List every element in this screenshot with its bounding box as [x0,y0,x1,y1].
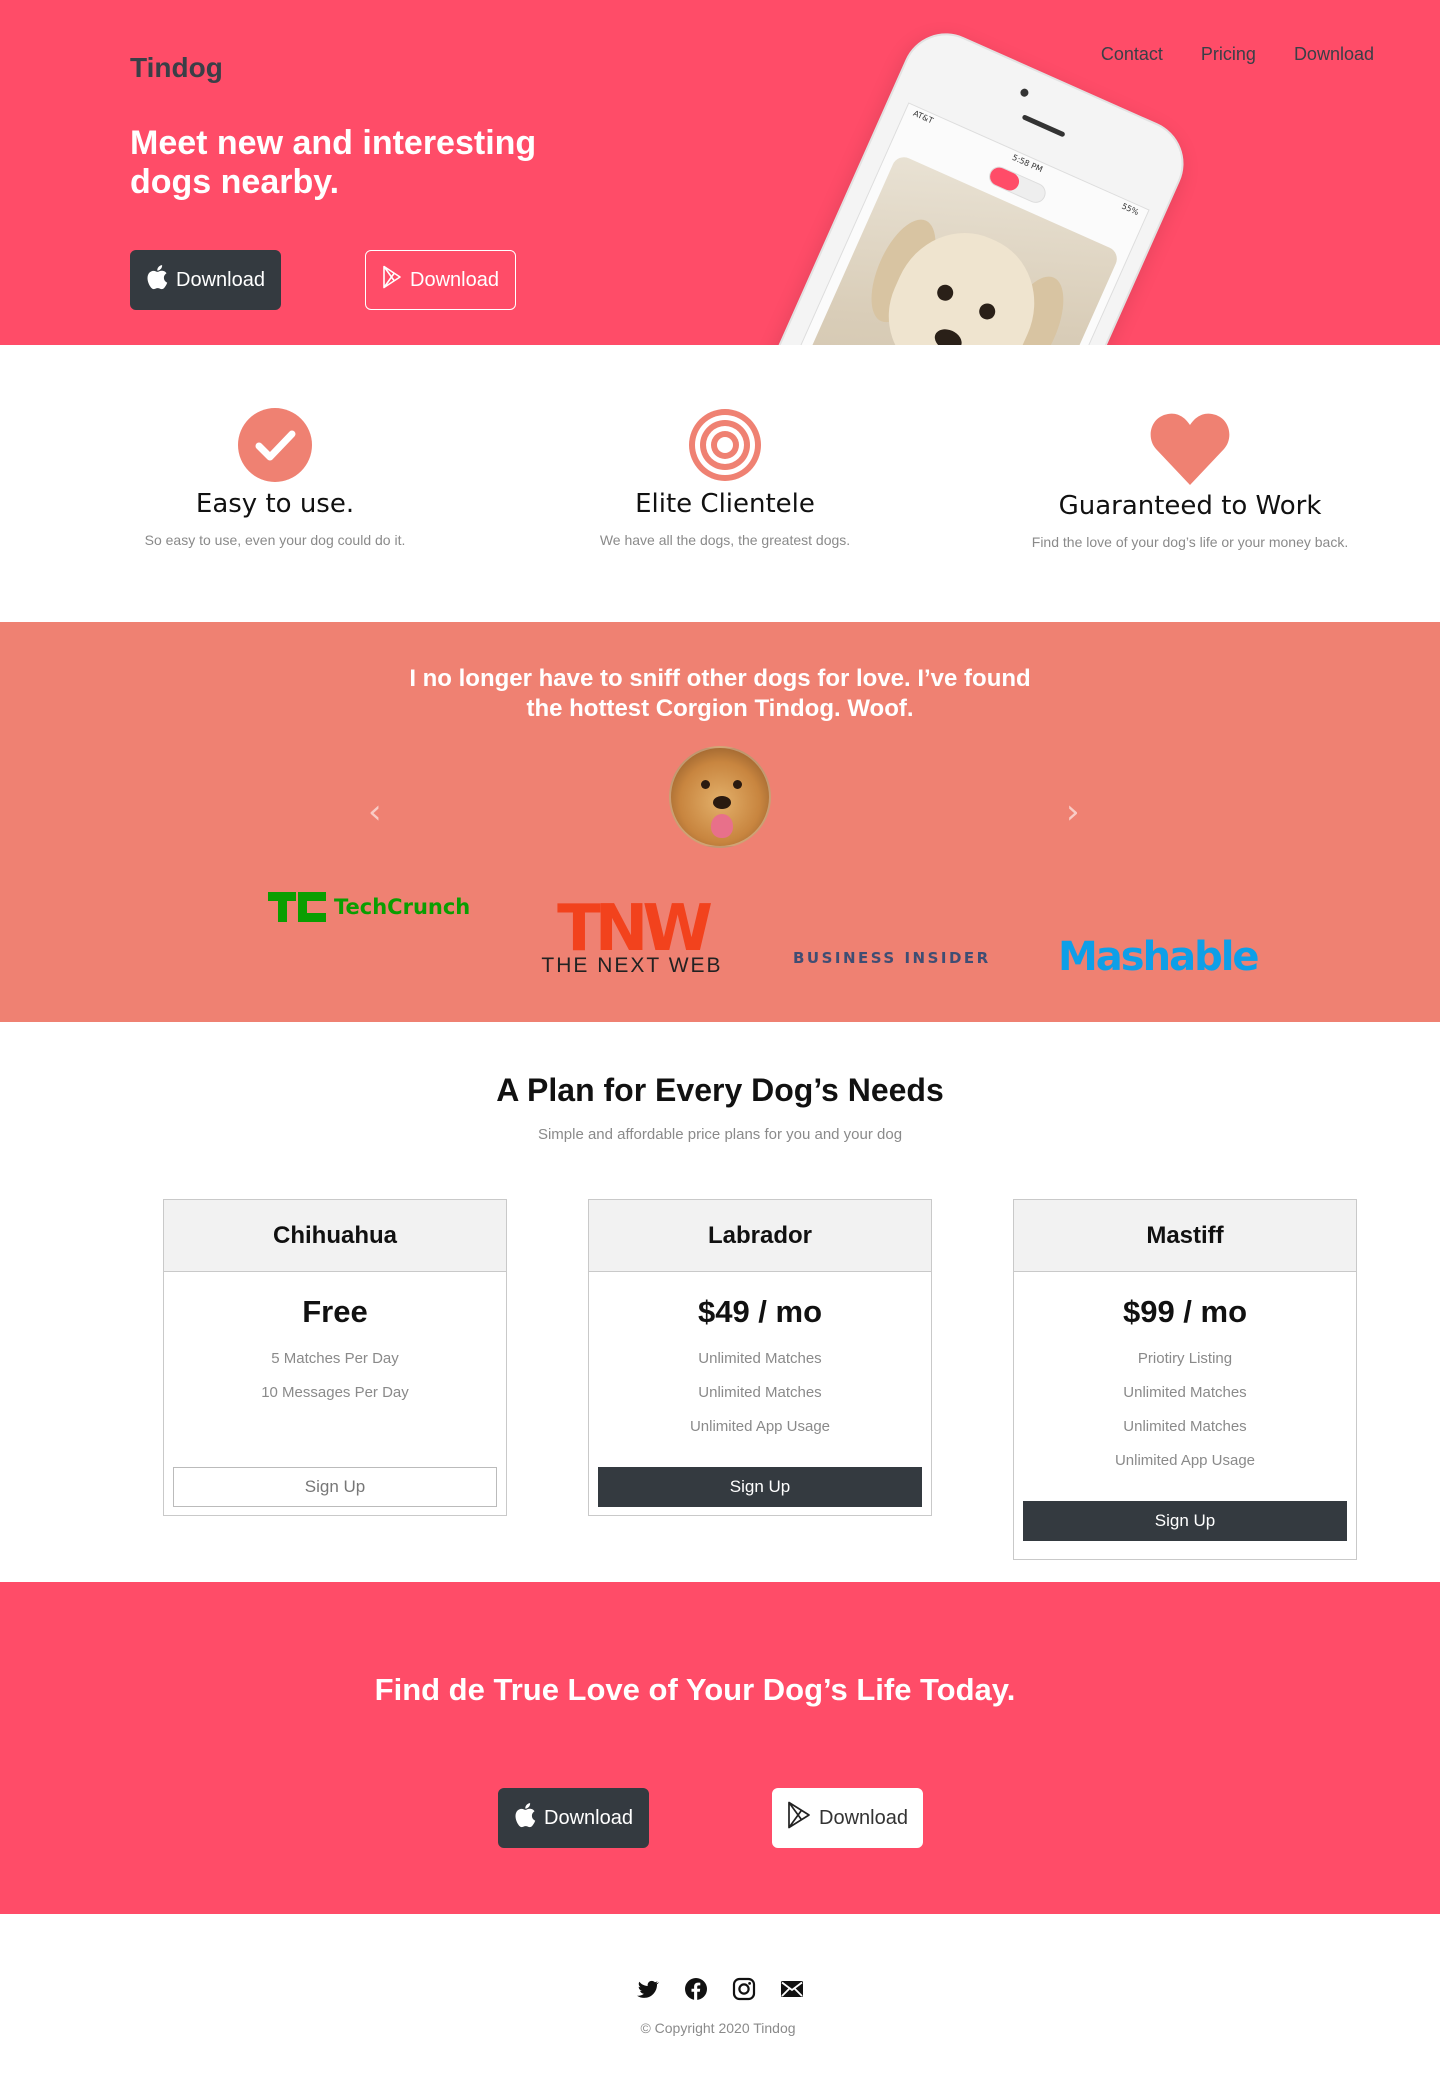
feature-easy-to-use: Easy to use. So easy to use, even your d… [100,407,450,555]
cta-app-store-download-label: Download [544,1806,633,1829]
feature-description: We have all the dogs, the greatest dogs. [599,532,851,548]
business-insider-text: BUSINESS INSIDER [793,949,991,967]
techcrunch-logo: TechCrunch [268,892,470,922]
plan-name: Labrador [589,1200,931,1272]
twitter-icon[interactable] [636,1977,660,2001]
plan-features: Unlimited Matches Unlimited Matches Unli… [589,1342,931,1444]
phone-mockup: AT&T 5:58 PM 55% [732,19,1198,345]
feature-title: Guaranteed to Work [1058,491,1322,521]
carousel-next-icon[interactable]: › [1066,792,1080,832]
top-nav: Contact Pricing Download [1101,44,1374,65]
feature-guaranteed-to-work: Guaranteed to Work Find the love of your… [1030,411,1350,557]
plan-name: Chihuahua [164,1200,506,1272]
feature-description: So easy to use, even your dog could do i… [144,532,406,548]
techcrunch-text: TechCrunch [334,895,471,919]
feature-title: Elite Clientele [635,489,815,519]
plan-feature: 5 Matches Per Day [271,1350,399,1367]
footer: © Copyright 2020 Tindog [0,1914,1440,2080]
heart-icon [1150,411,1230,487]
plan-price: $49 / mo [697,1294,823,1329]
plan-price: Free [302,1294,368,1329]
tnw-text: THE NEXT WEB [541,954,723,977]
cta-play-store-download-button[interactable]: Download [772,1788,923,1848]
instagram-icon[interactable] [732,1977,756,2001]
envelope-icon[interactable] [780,1977,804,2001]
plan-feature: Unlimited Matches [1123,1418,1247,1435]
app-store-download-label: Download [176,268,265,291]
techcrunch-mark-icon [268,892,326,922]
plan-feature: Unlimited App Usage [689,1418,831,1435]
pricing-subtitle: Simple and affordable price plans for yo… [537,1126,903,1143]
testimonial-quote: I no longer have to sniff other dogs for… [409,665,1031,722]
social-links [636,1977,804,2001]
phone-screen: AT&T 5:58 PM 55% [762,102,1150,345]
feature-description: Find the love of your dog’s life or your… [1031,534,1349,550]
pricing-card-mastiff: Mastiff $99 / mo Priotiry Listing Unlimi… [1013,1199,1357,1560]
phone-body: AT&T 5:58 PM 55% [732,19,1198,345]
tnw-mark: TNW [557,892,713,966]
app-store-download-button[interactable]: Download [130,250,281,310]
feature-title: Easy to use. [195,489,355,519]
business-insider-logo: BUSINESS INSIDER [793,949,991,967]
phone-time: 5:58 PM [1010,152,1044,175]
sign-up-button[interactable]: Sign Up [598,1467,922,1507]
testimonial-section: I no longer have to sniff other dogs for… [0,622,1440,1022]
plan-feature: Unlimited Matches [1123,1384,1247,1401]
copyright: © Copyright 2020 Tindog [640,2020,796,2036]
testimonial-avatar [669,746,771,848]
carousel-prev-icon[interactable]: ‹ [368,792,382,832]
cta-section: Find de True Love of Your Dog’s Life Tod… [0,1582,1440,1914]
play-store-download-button[interactable]: Download [365,250,516,310]
nav-link-contact[interactable]: Contact [1101,44,1163,65]
plan-features: 5 Matches Per Day 10 Messages Per Day [164,1342,506,1410]
nav-link-pricing[interactable]: Pricing [1201,44,1256,65]
brand-logo[interactable]: Tindog [130,52,223,84]
play-store-download-label: Download [410,268,499,291]
apple-icon [514,1802,536,1834]
cta-play-store-download-label: Download [819,1806,908,1829]
pricing-card-chihuahua: Chihuahua Free 5 Matches Per Day 10 Mess… [163,1199,507,1516]
phone-battery: 55% [1120,201,1141,218]
nav-link-download[interactable]: Download [1294,44,1374,65]
plan-feature: Unlimited App Usage [1114,1452,1256,1469]
plan-feature: Unlimited Matches [698,1350,822,1367]
pricing-title: A Plan for Every Dog’s Needs [496,1072,944,1108]
hero-section: Tindog Contact Pricing Download Meet new… [0,0,1440,345]
facebook-icon[interactable] [684,1977,708,2001]
check-circle-icon [237,407,313,483]
mashable-logo: Mashable [1058,934,1260,980]
feature-elite-clientele: Elite Clientele We have all the dogs, th… [555,407,895,555]
cta-title: Find de True Love of Your Dog’s Life Tod… [374,1672,1016,1707]
hero-title: Meet new and interesting dogs nearby. [130,124,537,201]
plan-feature: Priotiry Listing [1137,1350,1233,1367]
sign-up-button[interactable]: Sign Up [173,1467,497,1507]
features-section: Easy to use. So easy to use, even your d… [0,345,1440,622]
sign-up-button[interactable]: Sign Up [1023,1501,1347,1541]
phone-carrier: AT&T [911,108,935,126]
plan-price: $99 / mo [1122,1294,1248,1329]
plan-name: Mastiff [1014,1200,1356,1272]
google-play-icon [382,265,402,295]
plan-feature: 10 Messages Per Day [261,1384,409,1401]
google-play-icon [787,1801,811,1835]
tnw-logo: TNW THE NEXT WEB [532,892,732,978]
cta-app-store-download-button[interactable]: Download [498,1788,649,1848]
plan-features: Priotiry Listing Unlimited Matches Unlim… [1014,1342,1356,1478]
pricing-card-labrador: Labrador $49 / mo Unlimited Matches Unli… [588,1199,932,1516]
phone-speaker [1021,114,1066,138]
phone-camera [1019,87,1030,98]
apple-icon [146,264,168,296]
pricing-section: A Plan for Every Dog’s Needs Simple and … [0,1022,1440,1582]
plan-feature: Unlimited Matches [698,1384,822,1401]
bullseye-icon [687,407,763,483]
mashable-text: Mashable [1058,934,1260,980]
